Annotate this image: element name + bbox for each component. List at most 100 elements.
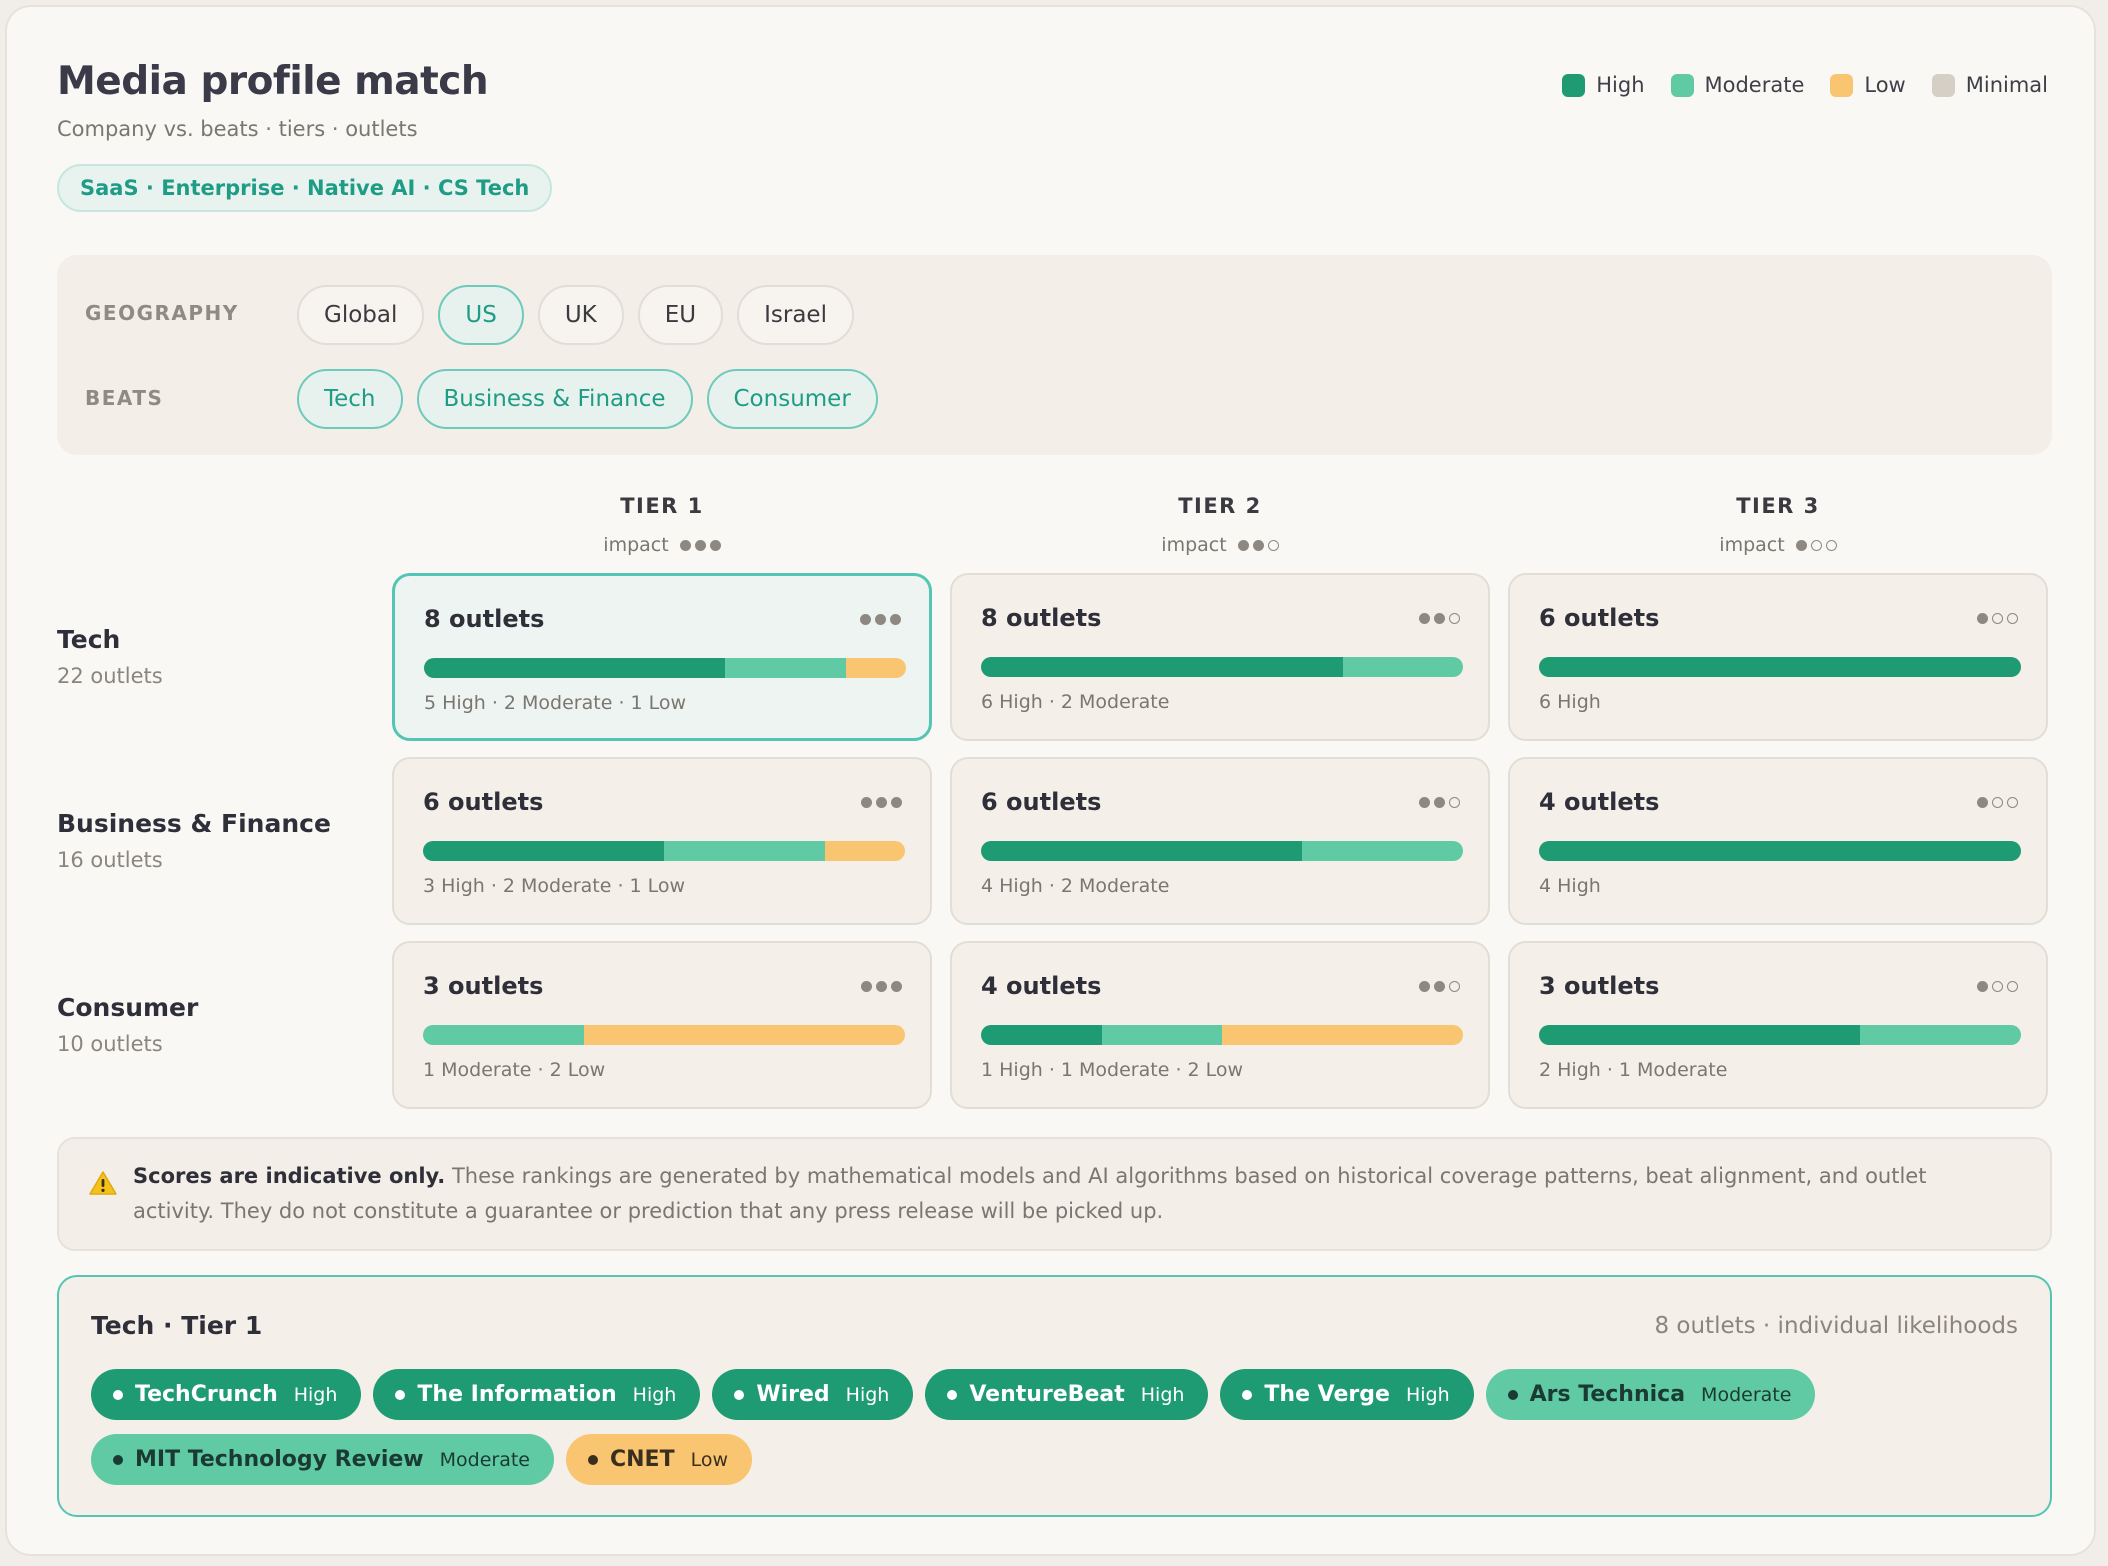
bar-segment-high: [1539, 841, 2021, 861]
beat-chip-consumer[interactable]: Consumer: [706, 369, 878, 429]
media-profile-card: Media profile match Company vs. beats · …: [5, 5, 2096, 1556]
legend-label: Minimal: [1965, 73, 2048, 97]
company-profile-tag: SaaS · Enterprise · Native AI · CS Tech: [57, 164, 553, 212]
matrix-cell[interactable]: 8 outlets 6 High · 2 Moderate: [950, 573, 1490, 741]
geo-chip-us[interactable]: US: [438, 285, 524, 345]
matrix-cell[interactable]: 6 outlets 6 High: [1508, 573, 2048, 741]
bar-segment-moderate: [725, 658, 846, 678]
cell-impact-dots: [1419, 797, 1460, 808]
impact-dot-empty-icon: [2007, 613, 2018, 624]
impact-dot-empty-icon: [2007, 797, 2018, 808]
tier-impact: impact: [392, 534, 932, 556]
outlet-likelihood: High: [1140, 1383, 1185, 1406]
impact-dot-filled-icon: [1419, 797, 1430, 808]
bar-segment-high: [981, 1025, 1102, 1045]
matrix-cell[interactable]: 3 outlets 2 High · 1 Moderate: [1508, 941, 2048, 1109]
tier-name: TIER 2: [1178, 494, 1262, 518]
outlet-likelihood: Moderate: [439, 1448, 530, 1471]
outlet-pill[interactable]: The Verge High: [1220, 1369, 1474, 1420]
geo-chip-uk[interactable]: UK: [537, 285, 624, 345]
selection-detail-panel: Tech · Tier 1 8 outlets · individual lik…: [57, 1275, 2052, 1517]
impact-dot-filled-icon: [875, 614, 886, 625]
cell-summary: 6 High: [1539, 691, 1601, 713]
matrix-cell[interactable]: 4 outlets 1 High · 1 Moderate · 2 Low: [950, 941, 1490, 1109]
matrix-cell[interactable]: 8 outlets 5 High · 2 Moderate · 1 Low: [392, 573, 932, 741]
impact-dot-filled-icon: [1977, 981, 1988, 992]
tier-impact: impact: [1508, 534, 2048, 556]
row-name: Business & Finance: [57, 809, 331, 838]
tier-impact: impact: [950, 534, 1490, 556]
impact-label: impact: [1719, 534, 1785, 556]
detail-meta: 8 outlets · individual likelihoods: [1654, 1313, 2018, 1339]
cell-summary: 4 High · 2 Moderate: [981, 875, 1170, 897]
outlet-likelihood: High: [632, 1383, 677, 1406]
cell-impact-dots: [1419, 981, 1460, 992]
beat-chip-tech[interactable]: Tech: [297, 369, 403, 429]
tier-header-2: TIER 2 impact: [950, 494, 1490, 556]
outlet-pill[interactable]: MIT Technology Review Moderate: [91, 1434, 554, 1485]
matrix-cell[interactable]: 6 outlets 3 High · 2 Moderate · 1 Low: [392, 757, 932, 925]
outlet-likelihood: Moderate: [1701, 1383, 1792, 1406]
impact-dots: [1237, 539, 1279, 551]
cell-outlet-count: 6 outlets: [981, 788, 1102, 816]
impact-dot-filled-icon: [1434, 981, 1445, 992]
legend-swatch-minimal: [1931, 73, 1955, 97]
outlet-name: VentureBeat: [969, 1382, 1125, 1407]
likelihood-bar: [981, 1025, 1463, 1045]
impact-dot-filled-icon: [1977, 613, 1988, 624]
cell-summary: 2 High · 1 Moderate: [1539, 1059, 1728, 1081]
impact-dot-filled-icon: [709, 539, 721, 551]
outlet-pill[interactable]: VentureBeat High: [925, 1369, 1209, 1420]
bar-segment-moderate: [1860, 1025, 2021, 1045]
likelihood-bar: [1539, 1025, 2021, 1045]
bar-segment-high: [981, 657, 1343, 677]
row-label-tech: Tech 22 outlets: [57, 625, 163, 688]
outlet-name: Ars Technica: [1529, 1382, 1686, 1407]
legend-swatch-low: [1830, 73, 1854, 97]
outlet-pill[interactable]: Wired High: [712, 1369, 914, 1420]
impact-dot-filled-icon: [694, 539, 706, 551]
impact-dot-filled-icon: [861, 981, 872, 992]
legend-swatch-high: [1562, 73, 1586, 97]
disclaimer-bold: Scores are indicative only.: [133, 1164, 446, 1188]
bar-segment-moderate: [1302, 841, 1463, 861]
impact-dot-filled-icon: [891, 797, 902, 808]
impact-dot-empty-icon: [1992, 613, 2003, 624]
outlet-pill[interactable]: CNET Low: [566, 1434, 753, 1485]
impact-dots: [679, 539, 721, 551]
impact-dot-filled-icon: [876, 981, 887, 992]
bar-segment-moderate: [664, 841, 825, 861]
outlet-name: The Information: [417, 1382, 617, 1407]
cell-summary: 4 High: [1539, 875, 1601, 897]
tier-name: TIER 1: [620, 494, 704, 518]
beat-chip-business-finance[interactable]: Business & Finance: [416, 369, 693, 429]
matrix-cell[interactable]: 4 outlets 4 High: [1508, 757, 2048, 925]
matrix-cell[interactable]: 6 outlets 4 High · 2 Moderate: [950, 757, 1490, 925]
geo-chip-global[interactable]: Global: [297, 285, 425, 345]
impact-dots: [1795, 539, 1837, 551]
impact-dot-empty-icon: [1992, 981, 2003, 992]
impact-dot-filled-icon: [679, 539, 691, 551]
cell-outlet-count: 8 outlets: [981, 604, 1102, 632]
likelihood-bar: [424, 658, 906, 678]
cell-outlet-count: 3 outlets: [423, 972, 544, 1000]
outlet-pill[interactable]: TechCrunch High: [91, 1369, 362, 1420]
geo-chip-eu[interactable]: EU: [637, 285, 724, 345]
legend-label: Low: [1864, 73, 1906, 97]
outlet-pill[interactable]: Ars Technica Moderate: [1485, 1369, 1816, 1420]
geo-chip-israel[interactable]: Israel: [737, 285, 854, 345]
likelihood-dot-icon: [734, 1389, 745, 1400]
bar-segment-low: [845, 658, 906, 678]
cell-outlet-count: 4 outlets: [981, 972, 1102, 1000]
matrix-cell[interactable]: 3 outlets 1 Moderate · 2 Low: [392, 941, 932, 1109]
row-count: 10 outlets: [57, 1032, 163, 1056]
bar-segment-high: [423, 841, 664, 861]
beats-label: BEATS: [85, 386, 164, 410]
impact-dot-empty-icon: [1992, 797, 2003, 808]
cell-outlet-count: 8 outlets: [424, 605, 545, 633]
likelihood-bar: [423, 841, 905, 861]
legend-label: Moderate: [1704, 73, 1805, 97]
impact-label: impact: [603, 534, 669, 556]
cell-impact-dots: [861, 981, 902, 992]
outlet-pill[interactable]: The Information High: [373, 1369, 701, 1420]
